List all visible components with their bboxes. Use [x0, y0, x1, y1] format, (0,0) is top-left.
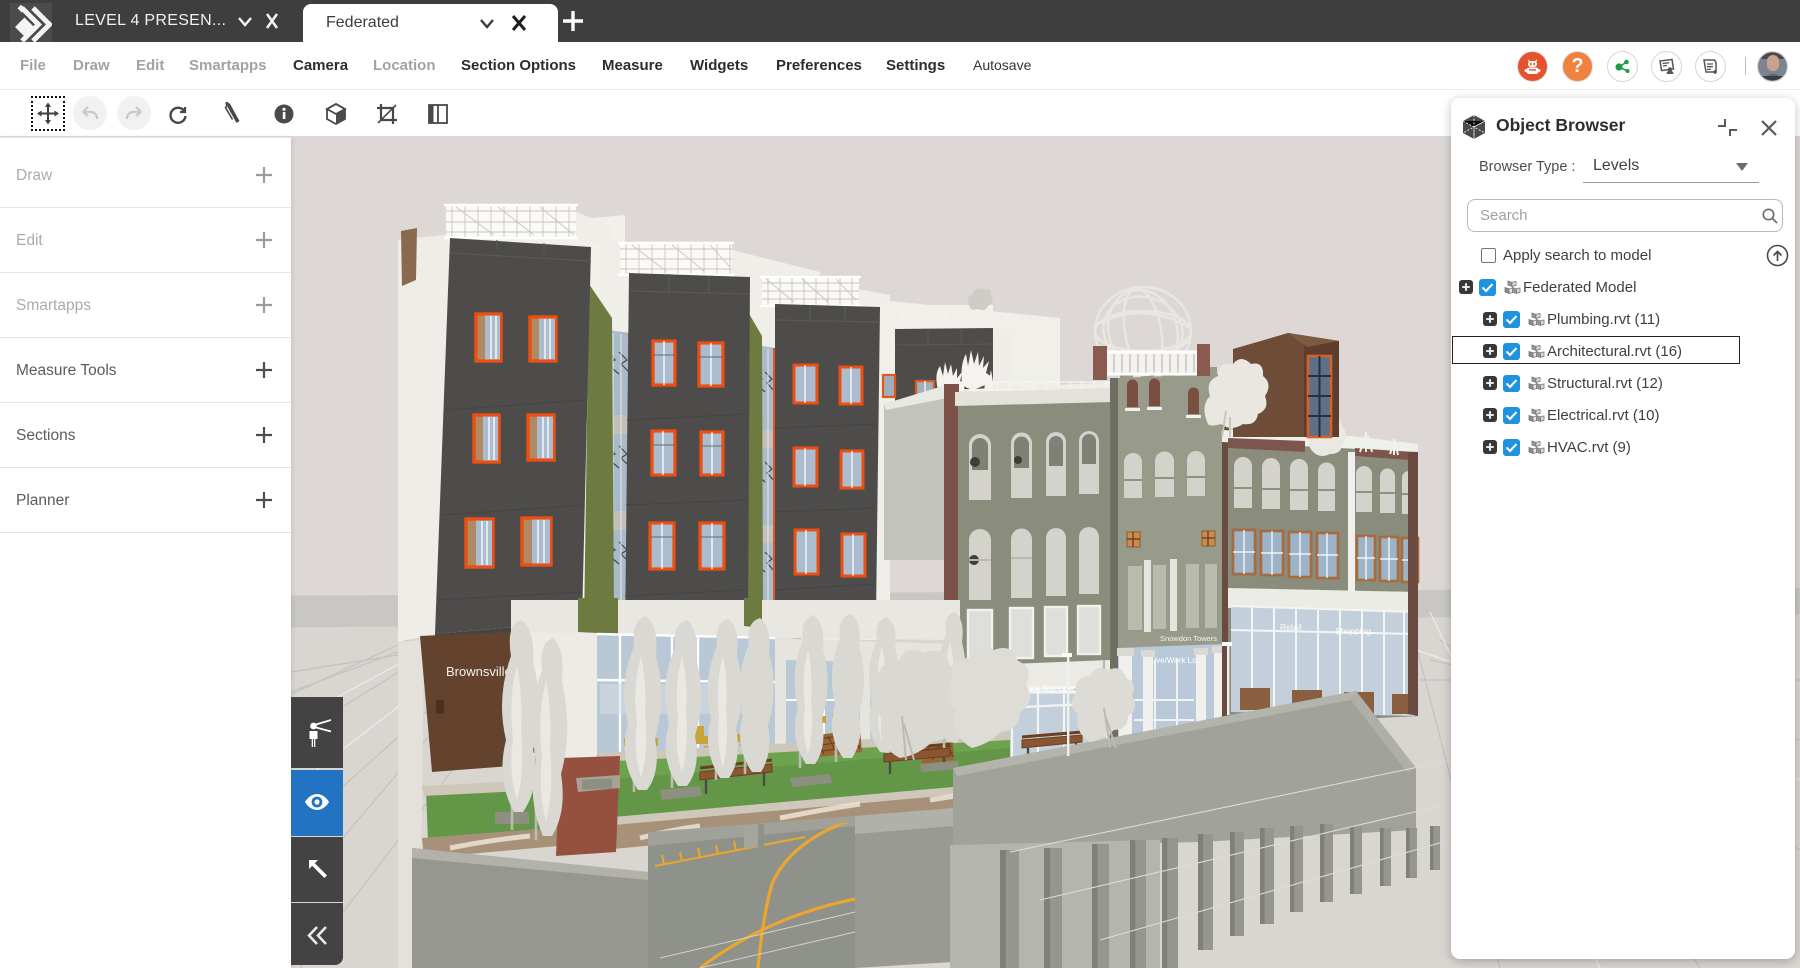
svg-text:Retail: Retail: [1280, 622, 1302, 632]
svg-text:Snowdon Towers: Snowdon Towers: [1160, 634, 1217, 643]
svg-text:Shopping: Shopping: [1335, 626, 1371, 636]
